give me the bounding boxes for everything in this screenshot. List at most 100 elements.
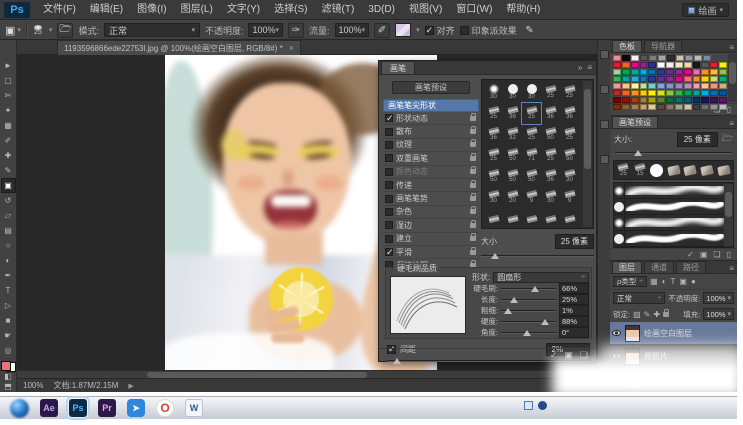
menu-item-编辑[interactable]: 编辑(E) bbox=[83, 0, 130, 20]
color-swatch[interactable] bbox=[692, 83, 701, 89]
eyedropper-tool[interactable]: ✐ bbox=[1, 133, 16, 148]
slider-thumb[interactable] bbox=[633, 150, 642, 156]
scrollbar-thumb[interactable] bbox=[725, 192, 732, 217]
word-icon[interactable]: W bbox=[185, 399, 203, 417]
color-swatch[interactable] bbox=[630, 90, 639, 96]
checkbox-icon[interactable] bbox=[385, 154, 393, 163]
color-swatch[interactable] bbox=[703, 55, 711, 61]
color-swatch[interactable] bbox=[657, 83, 666, 89]
color-swatch[interactable] bbox=[657, 76, 666, 82]
slider-value-field[interactable]: 1% bbox=[559, 305, 589, 316]
brush-option-颜色动态[interactable]: 颜色动态 bbox=[383, 166, 479, 179]
brush-option-画笔笔势[interactable]: 画笔笔势 bbox=[383, 192, 479, 206]
pen-tool[interactable]: ✒ bbox=[1, 268, 16, 283]
color-swatch[interactable] bbox=[719, 83, 727, 89]
hand-tool[interactable]: ☛ bbox=[1, 328, 16, 343]
color-swatch[interactable] bbox=[719, 104, 727, 110]
color-swatch[interactable] bbox=[719, 69, 727, 75]
lasso-tool[interactable]: ✄ bbox=[1, 88, 16, 103]
brush-tip[interactable]: 50 bbox=[522, 166, 541, 187]
crop-tool[interactable]: ▦ bbox=[1, 118, 16, 133]
filter-icon[interactable]: T bbox=[671, 277, 676, 286]
vertical-scrollbar[interactable] bbox=[728, 54, 737, 102]
brush-tip[interactable]: 32 bbox=[503, 124, 522, 145]
collapsed-panel-icon[interactable] bbox=[599, 120, 609, 129]
color-swatch[interactable] bbox=[710, 90, 719, 96]
brush-tip[interactable]: 25 bbox=[521, 102, 542, 125]
filter-icon[interactable]: ◐ bbox=[662, 277, 667, 286]
collapsed-panel-icon[interactable] bbox=[599, 155, 609, 164]
tray-icon[interactable] bbox=[524, 401, 533, 410]
horizontal-scrollbar[interactable] bbox=[17, 370, 597, 378]
healing-brush-tool[interactable]: ✚ bbox=[1, 148, 16, 163]
color-swatch[interactable] bbox=[657, 104, 666, 110]
slider-thumb[interactable] bbox=[491, 253, 500, 259]
color-swatch[interactable] bbox=[667, 55, 675, 61]
color-swatch[interactable] bbox=[639, 62, 648, 68]
brush-option-双重画笔[interactable]: 双重画笔 bbox=[383, 152, 479, 166]
color-swatch[interactable] bbox=[613, 97, 621, 103]
color-swatch[interactable] bbox=[683, 104, 692, 110]
color-swatch[interactable] bbox=[657, 69, 666, 75]
menu-item-图层[interactable]: 图层(L) bbox=[174, 0, 220, 20]
brush-preset-row[interactable] bbox=[614, 215, 725, 231]
color-swatch[interactable] bbox=[674, 76, 683, 82]
collapsed-panel-icon[interactable] bbox=[599, 50, 609, 59]
brush-option-建立[interactable]: 建立 bbox=[383, 233, 479, 246]
color-swatch[interactable] bbox=[683, 76, 692, 82]
slider-value-field[interactable]: 88% bbox=[559, 316, 589, 327]
status-menu-arrow-icon[interactable]: ▶ bbox=[128, 382, 133, 390]
workspace-switcher[interactable]: 绘画 ▾ bbox=[682, 3, 729, 17]
color-swatch[interactable] bbox=[649, 55, 657, 61]
color-swatch[interactable] bbox=[692, 90, 701, 96]
slider-粗细[interactable] bbox=[501, 307, 556, 315]
color-swatch[interactable] bbox=[613, 55, 621, 61]
color-swatch[interactable] bbox=[666, 76, 674, 82]
checkbox-icon[interactable] bbox=[385, 247, 394, 258]
color-swatch[interactable] bbox=[657, 97, 666, 103]
color-swatch[interactable] bbox=[666, 104, 674, 110]
color-swatch[interactable] bbox=[630, 83, 639, 89]
color-swatch[interactable] bbox=[630, 62, 639, 68]
tab-navigator[interactable]: 导航器 bbox=[644, 40, 682, 52]
tab-通道[interactable]: 通道 bbox=[644, 261, 674, 273]
color-swatch[interactable] bbox=[710, 69, 719, 75]
checkbox-icon[interactable] bbox=[385, 181, 393, 190]
color-swatch[interactable] bbox=[710, 83, 719, 89]
brush-tip[interactable] bbox=[522, 208, 541, 229]
color-swatch[interactable] bbox=[674, 83, 683, 89]
color-swatch[interactable] bbox=[613, 62, 621, 68]
color-swatch[interactable] bbox=[648, 90, 657, 96]
color-swatch[interactable] bbox=[710, 104, 719, 110]
color-swatch[interactable] bbox=[631, 55, 639, 61]
tab-图层[interactable]: 图层 bbox=[612, 261, 642, 273]
brush-tip[interactable]: 36 bbox=[484, 124, 503, 145]
opera-icon[interactable]: O bbox=[156, 399, 174, 417]
active-tool-chip[interactable]: ▣ ▾ bbox=[5, 24, 21, 37]
brush-tip[interactable]: 25 bbox=[522, 124, 541, 145]
menu-item-3D[interactable]: 3D(D) bbox=[361, 0, 402, 20]
brush-panel-titlebar[interactable]: 画笔 » ≡ bbox=[379, 61, 596, 75]
path-select-tool[interactable]: ▷ bbox=[1, 298, 16, 313]
checkbox-icon[interactable] bbox=[385, 234, 393, 243]
color-swatch[interactable] bbox=[639, 104, 648, 110]
chevron-down-icon[interactable]: ▾ bbox=[416, 26, 420, 34]
color-swatch[interactable] bbox=[701, 104, 710, 110]
color-swatch[interactable] bbox=[719, 90, 727, 96]
brush-tip-grid[interactable]: 30 30 30 25 25 25 36 25 36 36 36 32 25 50 25 25 50 71 25 50… bbox=[481, 79, 594, 229]
brush-pressure-icon[interactable]: ✎ bbox=[522, 23, 538, 38]
close-icon[interactable]: × bbox=[289, 43, 294, 53]
airbrush-icon[interactable]: ✐ bbox=[374, 22, 391, 38]
panel-menu-icon[interactable]: ≡ bbox=[729, 43, 734, 52]
brush-option-形状动态[interactable]: 形状动态 bbox=[383, 112, 479, 126]
collapse-panel-icon[interactable]: » bbox=[578, 63, 582, 72]
menu-item-滤镜[interactable]: 滤镜(T) bbox=[315, 0, 362, 20]
color-swatch[interactable] bbox=[666, 83, 674, 89]
pattern-picker[interactable] bbox=[395, 23, 412, 37]
color-swatch[interactable] bbox=[692, 104, 701, 110]
color-swatch[interactable] bbox=[613, 83, 621, 89]
color-swatch[interactable] bbox=[701, 90, 710, 96]
size-value-field[interactable]: 25 像素 bbox=[676, 131, 718, 147]
impressionist-checkbox[interactable]: 印象派效果 bbox=[459, 24, 517, 37]
type-tool[interactable]: T bbox=[1, 283, 16, 298]
